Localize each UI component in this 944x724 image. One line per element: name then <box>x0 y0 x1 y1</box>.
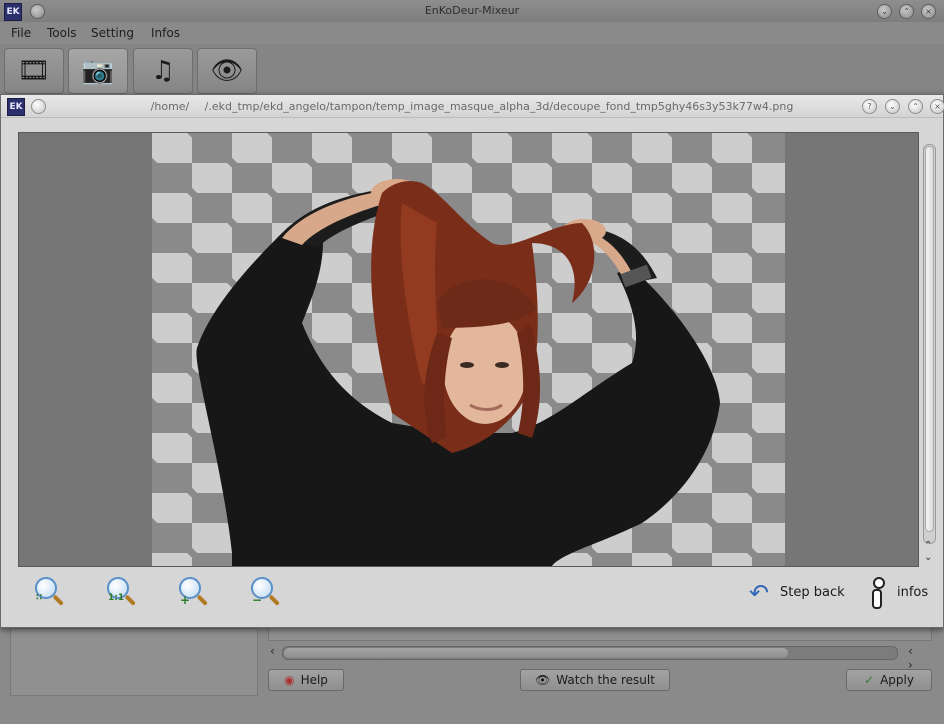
horizontal-scroll-track[interactable] <box>282 646 898 660</box>
maximize-icon[interactable]: ⌃ <box>899 4 914 19</box>
zoom-fit-mark: ∷ <box>36 593 43 603</box>
menu-infos[interactable]: Infos <box>151 26 180 40</box>
zoom-actual-mark: 1:1 <box>108 593 125 603</box>
checkmark-icon: ✓ <box>864 673 875 687</box>
image-transparent-background <box>152 133 785 566</box>
vertical-scrollbar[interactable]: ⌃ ⌄ <box>920 132 938 565</box>
toolbar: 🎞 📷 ♫ 👁 <box>0 44 944 94</box>
zoom-out-button[interactable]: − <box>249 575 285 611</box>
vertical-scroll-thumb[interactable] <box>925 146 934 532</box>
menu-file[interactable]: File <box>11 26 31 40</box>
image-viewport[interactable] <box>18 132 919 567</box>
camera-icon[interactable]: 📷 <box>68 48 128 94</box>
maximize-icon[interactable]: ⌃ <box>908 99 923 114</box>
zoom-in-mark: + <box>180 593 191 607</box>
film-reel-icon[interactable]: 🎞 <box>4 48 64 94</box>
watch-result-button[interactable]: 👁 Watch the result <box>520 669 670 691</box>
watch-result-label: Watch the result <box>556 673 655 687</box>
info-icon <box>871 577 885 609</box>
viewer-title: /home/ /.ekd_tmp/ekd_angelo/tampon/temp_… <box>150 100 794 113</box>
undo-arrow-icon: ↶ <box>749 579 770 607</box>
main-titlebar[interactable]: EK EnKoDeur-Mixeur ⌄ ⌃ × <box>0 0 944 22</box>
menu-setting[interactable]: Setting <box>91 26 134 40</box>
main-window-title: EnKoDeur-Mixeur <box>424 4 520 17</box>
scroll-left-icon[interactable]: ‹ <box>270 644 275 658</box>
scroll-up-icon[interactable]: ⌃ <box>924 540 932 551</box>
step-back-label: Step back <box>780 585 845 600</box>
minimize-icon[interactable]: ⌄ <box>877 4 892 19</box>
zoom-in-button[interactable]: + <box>177 575 213 611</box>
scroll-left-right-icon[interactable]: ‹ › <box>908 644 913 672</box>
vertical-scroll-track[interactable] <box>923 144 936 544</box>
close-icon[interactable]: × <box>930 99 944 114</box>
viewer-titlebar[interactable]: EK /home/ /.ekd_tmp/ekd_angelo/tampon/te… <box>1 95 944 118</box>
lifebuoy-icon: ◉ <box>284 673 295 687</box>
zoom-actual-size-button[interactable]: 1:1 <box>105 575 141 611</box>
step-back-button[interactable]: ↶ Step back <box>749 579 849 607</box>
cutout-person-image <box>196 179 721 566</box>
infos-label: infos <box>897 585 929 600</box>
scroll-down-icon[interactable]: ⌄ <box>924 552 932 563</box>
help-label: Help <box>300 673 328 687</box>
menubar: File Tools Setting Infos <box>0 22 944 44</box>
eye-icon[interactable]: 👁 <box>197 48 257 94</box>
close-icon[interactable]: × <box>921 4 936 19</box>
music-speaker-icon[interactable]: ♫ <box>133 48 193 94</box>
apply-button[interactable]: ✓ Apply <box>846 669 932 691</box>
help-button[interactable]: ◉ Help <box>268 669 344 691</box>
horizontal-scroll-thumb[interactable] <box>284 648 788 658</box>
left-panel <box>10 628 258 696</box>
zoom-out-mark: − <box>252 593 263 607</box>
apply-label: Apply <box>880 673 914 687</box>
image-viewer-dialog: EK /home/ /.ekd_tmp/ekd_angelo/tampon/te… <box>0 94 944 628</box>
infos-button[interactable]: infos <box>871 577 937 609</box>
eye-icon: 👁 <box>535 673 551 687</box>
zoom-fit-button[interactable]: ∷ <box>33 575 69 611</box>
menu-tools[interactable]: Tools <box>47 26 77 40</box>
horizontal-scrollbar[interactable]: ‹ ‹ › <box>268 644 913 672</box>
right-panel <box>268 628 932 641</box>
minimize-icon[interactable]: ⌄ <box>885 99 900 114</box>
help-question-icon[interactable]: ? <box>862 99 877 114</box>
